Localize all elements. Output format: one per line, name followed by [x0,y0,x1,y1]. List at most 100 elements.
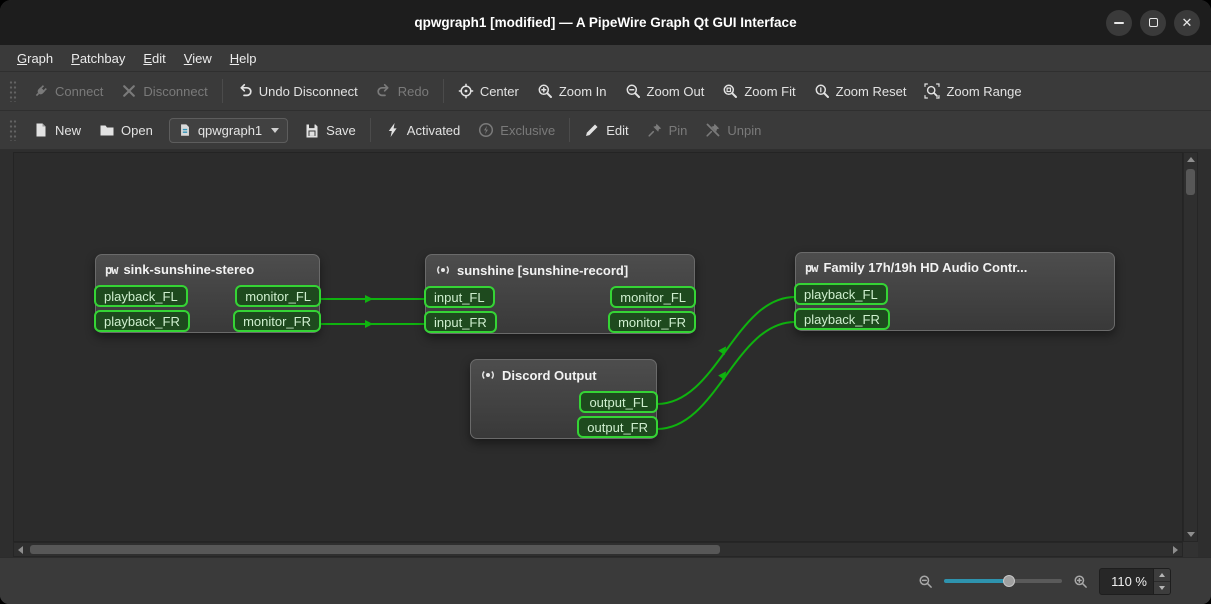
redo-label: Redo [397,83,429,99]
undo-icon [237,83,253,99]
graph-canvas[interactable]: pw sink-sunshine-stereo playback_FL moni… [13,152,1183,542]
central-area: pw sink-sunshine-stereo playback_FL moni… [0,150,1211,557]
patchbay-file-combo[interactable]: qpwgraph1 [168,117,289,143]
node-discord-output[interactable]: Discord Output output_FL output_FR [470,359,658,439]
vertical-scrollbar[interactable] [1183,152,1198,542]
new-file-icon [33,122,49,138]
node-title: Family 17h/19h HD Audio Contr... [823,260,1028,275]
horizontal-scrollbar[interactable] [13,542,1183,557]
scroll-down-arrow[interactable] [1184,528,1197,541]
audio-output-port[interactable]: monitor_FL [610,286,696,308]
scroll-left-arrow[interactable] [14,543,27,556]
stream-icon [435,262,451,278]
open-button[interactable]: Open [90,116,162,144]
app-window: qpwgraph1 [modified] — A PipeWire Graph … [0,0,1211,604]
save-button[interactable]: Save [295,116,365,144]
edge-arrow-icon [365,295,373,303]
node-title-bar: Discord Output [471,360,656,388]
audio-output-port[interactable]: monitor_FR [233,310,321,332]
zoom-out-icon [625,83,641,99]
menu-view[interactable]: View [175,47,221,70]
audio-output-port[interactable]: output_FL [579,391,658,413]
zoom-step-down-button[interactable] [1154,580,1170,594]
exclusive-label: Exclusive [500,122,556,138]
node-title-bar: pw sink-sunshine-stereo [96,255,319,282]
audio-input-port[interactable]: playback_FR [794,308,890,330]
unpin-icon [705,122,721,138]
zoom-range-button[interactable]: Zoom Range [915,77,1030,105]
unpin-button[interactable]: Unpin [696,116,770,144]
node-title-bar: sunshine [sunshine-record] [426,255,694,283]
redo-icon [376,83,392,99]
center-button[interactable]: Center [449,77,528,105]
toolbar-grip-handle[interactable] [9,119,17,141]
node-title: sink-sunshine-stereo [123,262,255,277]
zoom-slider-handle[interactable] [1002,575,1015,587]
connect-icon [33,83,49,99]
vertical-scrollbar-thumb[interactable] [1186,169,1195,195]
node-title-bar: pw Family 17h/19h HD Audio Contr... [796,253,1114,280]
edge-output-fr-to-playback-fr [656,321,796,430]
zoom-step-up-button[interactable] [1154,568,1170,581]
audio-input-port[interactable]: input_FR [424,311,497,333]
audio-input-port[interactable]: playback_FR [94,310,190,332]
edit-label: Edit [606,122,629,138]
zoom-fit-icon [722,83,738,99]
horizontal-scrollbar-thumb[interactable] [30,545,720,554]
save-icon [304,122,320,138]
maximize-icon [1148,18,1158,27]
activated-bolt-icon [385,122,401,138]
audio-output-port[interactable]: monitor_FR [608,311,696,333]
audio-input-port[interactable]: playback_FL [94,285,188,307]
zoom-reset-icon [814,83,830,99]
node-family-hd-audio[interactable]: pw Family 17h/19h HD Audio Contr... play… [794,252,1115,331]
zoom-in-button[interactable]: Zoom In [528,77,616,105]
new-button[interactable]: New [24,116,90,144]
close-button[interactable]: ✕ [1174,9,1200,36]
open-folder-icon [99,122,115,138]
disconnect-button[interactable]: Disconnect [112,77,216,105]
edit-button[interactable]: Edit [575,116,637,144]
zoom-in-icon [537,83,553,99]
menu-graph[interactable]: Graph [8,47,62,70]
zoom-out-small-icon [918,574,933,589]
zoom-out-button[interactable]: Zoom Out [616,77,714,105]
toolbar-grip-handle[interactable] [9,80,17,102]
connect-button[interactable]: Connect [24,77,112,105]
zoom-value: 110 % [1111,573,1147,589]
audio-input-port[interactable]: input_FL [424,286,495,308]
maximize-button[interactable] [1140,9,1166,36]
chevron-down-icon [271,127,280,133]
menu-edit[interactable]: Edit [134,47,174,70]
minimize-button[interactable] [1106,9,1132,36]
connect-label: Connect [55,83,104,99]
audio-output-port[interactable]: output_FR [577,416,658,438]
zoom-slider[interactable] [944,572,1062,590]
undo-disconnect-button[interactable]: Undo Disconnect [228,77,367,105]
menu-patchbay[interactable]: Patchbay [62,47,134,70]
pin-icon [647,122,663,138]
menu-help[interactable]: Help [221,47,266,70]
zoom-fit-button[interactable]: Zoom Fit [713,77,804,105]
activated-label: Activated [406,122,461,138]
audio-output-port[interactable]: monitor_FL [235,285,321,307]
edge-arrow-icon [718,371,727,381]
activated-button[interactable]: Activated [376,116,469,144]
exclusive-button[interactable]: Exclusive [469,116,564,144]
redo-button[interactable]: Redo [367,77,438,105]
node-sunshine-record[interactable]: sunshine [sunshine-record] input_FL moni… [424,254,696,334]
spin-down-icon [1159,585,1165,590]
scroll-right-arrow[interactable] [1169,543,1182,556]
pin-button[interactable]: Pin [638,116,697,144]
zoom-spinbox[interactable]: 110 % [1099,567,1171,595]
audio-input-port[interactable]: playback_FL [794,283,888,305]
pipewire-icon: pw [805,260,818,275]
zoom-range-label: Zoom Range [946,83,1022,99]
toolbar-separator [369,118,371,142]
zoom-in-label: Zoom In [558,83,607,99]
pin-label: Pin [668,122,688,138]
zoom-reset-label: Zoom Reset [835,83,907,99]
zoom-reset-button[interactable]: Zoom Reset [805,77,916,105]
node-sink-sunshine-stereo[interactable]: pw sink-sunshine-stereo playback_FL moni… [94,254,321,333]
scroll-up-arrow[interactable] [1184,153,1197,166]
